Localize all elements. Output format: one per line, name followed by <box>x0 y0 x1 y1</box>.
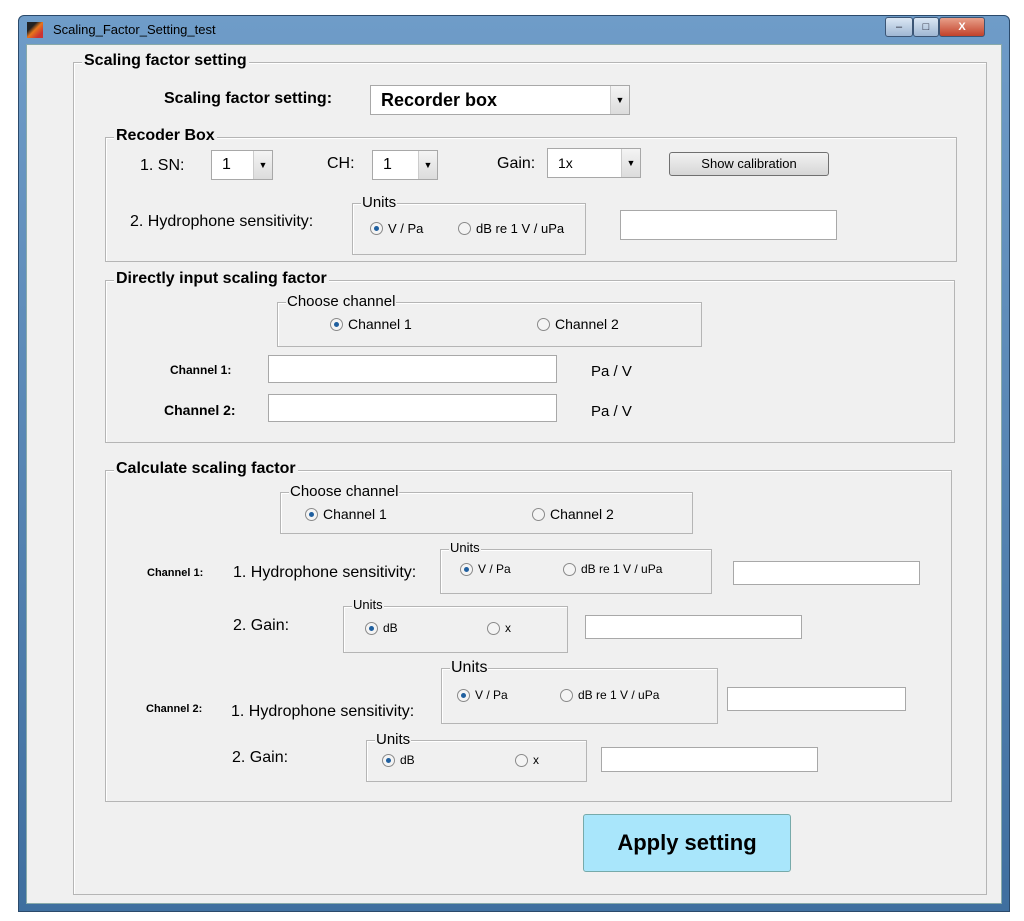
group-legend: Units <box>450 659 489 677</box>
unit-label: Pa / V <box>591 403 632 420</box>
sn-label: 1. SN: <box>140 157 185 174</box>
dropdown-value: 1 <box>383 156 392 173</box>
radio-icon <box>370 222 383 235</box>
radio-channel-2[interactable]: Channel 2 <box>537 316 619 332</box>
group-legend: Choose channel <box>289 483 400 500</box>
dropdown-value: 1x <box>558 155 573 171</box>
channel-2-input[interactable] <box>268 394 557 422</box>
radio-icon <box>365 621 378 635</box>
gain-label: 2. Gain: <box>232 749 289 766</box>
gain-label: 2. Gain: <box>233 617 290 634</box>
group-legend: Calculate scaling factor <box>114 460 298 478</box>
group-legend: Choose channel <box>286 293 397 310</box>
radio-v-pa[interactable]: V / Pa <box>460 562 511 576</box>
radio-label: V / Pa <box>475 688 508 702</box>
ch1-hydrophone-input[interactable] <box>733 561 920 585</box>
hydrophone-input[interactable] <box>620 210 837 240</box>
chevron-down-icon: ▼ <box>418 151 437 179</box>
radio-icon <box>382 753 395 767</box>
radio-channel-2[interactable]: Channel 2 <box>532 506 614 522</box>
ch1-gain-input[interactable] <box>585 615 802 639</box>
radio-x[interactable]: x <box>515 753 539 767</box>
group-legend: Scaling factor setting <box>82 52 249 70</box>
group-legend: Units <box>352 597 384 612</box>
radio-icon <box>458 222 471 235</box>
radio-icon <box>330 317 343 331</box>
setting-dropdown[interactable]: Recorder box ▼ <box>370 85 630 115</box>
channel-1-label: Channel 1: <box>170 363 232 377</box>
close-button[interactable]: X <box>939 17 985 37</box>
show-calibration-button[interactable]: Show calibration <box>669 152 829 176</box>
chevron-down-icon: ▼ <box>610 86 629 114</box>
channel-2-label: Channel 2: <box>146 703 203 715</box>
dropdown-value: 1 <box>222 156 231 173</box>
radio-db[interactable]: dB <box>382 753 415 767</box>
group-legend: Units <box>361 194 398 211</box>
radio-label: Channel 2 <box>550 506 614 522</box>
gain-dropdown[interactable]: 1x ▼ <box>547 148 641 178</box>
radio-icon <box>560 688 573 702</box>
radio-v-pa[interactable]: V / Pa <box>457 688 508 702</box>
radio-icon <box>457 688 470 702</box>
radio-label: dB re 1 V / uPa <box>581 562 663 576</box>
radio-x[interactable]: x <box>487 621 511 635</box>
radio-label: dB re 1 V / uPa <box>476 221 565 236</box>
group-legend: Units <box>449 540 481 555</box>
radio-label: V / Pa <box>478 562 511 576</box>
group-legend: Recoder Box <box>114 127 217 145</box>
channel-1-input[interactable] <box>268 355 557 383</box>
radio-icon <box>532 507 545 521</box>
radio-label: Channel 2 <box>555 316 619 332</box>
radio-icon <box>305 507 318 521</box>
ch-label: CH: <box>327 155 355 172</box>
group-legend: Directly input scaling factor <box>114 270 329 288</box>
hydrophone-label: 1. Hydrophone sensitivity: <box>231 703 415 720</box>
unit-label: Pa / V <box>591 363 632 380</box>
group-legend: Units <box>375 731 412 748</box>
radio-label: dB <box>383 621 398 635</box>
radio-label: Channel 1 <box>323 506 387 522</box>
radio-label: x <box>533 753 539 767</box>
dropdown-value: Recorder box <box>381 90 498 110</box>
radio-db[interactable]: dB re 1 V / uPa <box>563 562 662 576</box>
radio-icon <box>460 562 473 576</box>
matlab-icon <box>27 22 43 38</box>
apply-setting-button[interactable]: Apply setting <box>583 814 791 872</box>
radio-label: dB re 1 V / uPa <box>578 688 660 702</box>
hydrophone-label: 1. Hydrophone sensitivity: <box>233 564 417 581</box>
channel-1-label: Channel 1: <box>147 567 204 579</box>
radio-channel-1[interactable]: Channel 1 <box>330 316 412 332</box>
hydrophone-label: 2. Hydrophone sensitivity: <box>130 213 314 230</box>
radio-label: x <box>505 621 511 635</box>
radio-v-pa[interactable]: V / Pa <box>370 221 423 236</box>
radio-label: dB <box>400 753 415 767</box>
radio-icon <box>563 562 576 576</box>
radio-db[interactable]: dB re 1 V / uPa <box>458 221 564 236</box>
sn-dropdown[interactable]: 1 ▼ <box>211 150 273 180</box>
ch-dropdown[interactable]: 1 ▼ <box>372 150 438 180</box>
maximize-button[interactable]: □ <box>913 17 939 37</box>
radio-icon <box>487 621 500 635</box>
ch2-gain-input[interactable] <box>601 747 818 772</box>
radio-channel-1[interactable]: Channel 1 <box>305 506 387 522</box>
radio-label: Channel 1 <box>348 316 412 332</box>
minimize-button[interactable]: – <box>885 17 913 37</box>
chevron-down-icon: ▼ <box>621 149 640 177</box>
radio-icon <box>515 753 528 767</box>
radio-db[interactable]: dB <box>365 621 398 635</box>
radio-icon <box>537 317 550 331</box>
ch2-hydrophone-input[interactable] <box>727 687 906 711</box>
radio-db[interactable]: dB re 1 V / uPa <box>560 688 659 702</box>
gain-label: Gain: <box>497 155 536 172</box>
radio-label: V / Pa <box>388 221 424 236</box>
channel-2-label: Channel 2: <box>164 402 236 418</box>
window-title: Scaling_Factor_Setting_test <box>53 22 216 37</box>
chevron-down-icon: ▼ <box>253 151 272 179</box>
setting-label: Scaling factor setting: <box>164 90 333 107</box>
